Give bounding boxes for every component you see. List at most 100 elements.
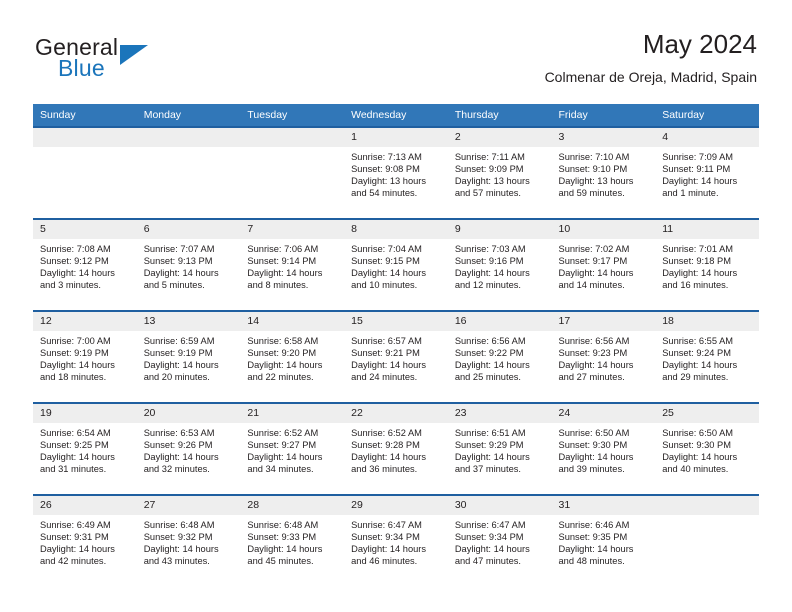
daylight-text-line2: and 42 minutes.: [40, 556, 107, 567]
calendar-day-cell[interactable]: 14 Sunrise: 6:58 AM Sunset: 9:20 PM Dayligh…: [240, 310, 345, 403]
calendar-day-cell[interactable]: 21 Sunrise: 6:52 AM Sunset: 9:27 PM Dayligh…: [240, 402, 345, 495]
calendar-day-cell[interactable]: 25 Sunrise: 6:50 AM Sunset: 9:30 PM Dayligh…: [655, 402, 759, 495]
calendar-day-cell[interactable]: 8 Sunrise: 7:04 AM Sunset: 9:15 PM Daylight…: [344, 218, 448, 311]
day-number: 17: [551, 312, 656, 331]
sunset-text: Sunset: 9:30 PM: [558, 440, 628, 451]
daylight-text-line2: and 40 minutes.: [662, 464, 729, 475]
calendar-day-cell[interactable]: 7 Sunrise: 7:06 AM Sunset: 9:14 PM Daylight…: [240, 218, 345, 311]
sunrise-text: Sunrise: 7:09 AM: [662, 152, 734, 162]
calendar-day-cell-empty: [136, 126, 241, 219]
daylight-text-line1: Daylight: 14 hours: [143, 544, 219, 555]
daylight-text-line1: Daylight: 14 hours: [247, 268, 323, 279]
day-details: Sunrise: 6:52 AM Sunset: 9:28 PM Daylight:…: [344, 423, 448, 475]
sunset-text: Sunset: 9:18 PM: [662, 256, 731, 267]
day-number: 20: [136, 404, 241, 423]
day-box: 5 Sunrise: 7:08 AM Sunset: 9:12 PM Daylight…: [33, 220, 137, 310]
sunrise-text: Sunrise: 6:49 AM: [40, 520, 111, 530]
sunrise-text: Sunrise: 6:56 AM: [558, 336, 630, 346]
calendar-day-cell[interactable]: 9 Sunrise: 7:03 AM Sunset: 9:16 PM Daylight…: [447, 218, 552, 311]
daylight-text-line1: Daylight: 14 hours: [454, 360, 530, 371]
daylight-text-line1: Daylight: 14 hours: [40, 452, 115, 463]
sunset-text: Sunset: 9:29 PM: [454, 440, 524, 451]
daylight-text-line1: Daylight: 14 hours: [454, 268, 530, 279]
day-number: [136, 128, 241, 147]
weekday-header-saturday: Saturday: [655, 104, 759, 127]
weekday-header-thursday: Thursday: [447, 104, 552, 127]
sunset-text: Sunset: 9:33 PM: [247, 532, 317, 543]
daylight-text-line1: Daylight: 14 hours: [351, 544, 427, 555]
calendar-day-cell[interactable]: 16 Sunrise: 6:56 AM Sunset: 9:22 PM Dayligh…: [447, 310, 552, 403]
calendar-day-cell[interactable]: 15 Sunrise: 6:57 AM Sunset: 9:21 PM Dayligh…: [344, 310, 448, 403]
calendar-day-cell[interactable]: 20 Sunrise: 6:53 AM Sunset: 9:26 PM Dayligh…: [136, 402, 241, 495]
calendar-day-cell[interactable]: 31 Sunrise: 6:46 AM Sunset: 9:35 PM Dayligh…: [551, 494, 656, 586]
calendar-day-cell[interactable]: 29 Sunrise: 6:47 AM Sunset: 9:34 PM Dayligh…: [344, 494, 448, 586]
sunset-text: Sunset: 9:20 PM: [247, 348, 317, 359]
calendar-day-cell[interactable]: 13 Sunrise: 6:59 AM Sunset: 9:19 PM Dayligh…: [136, 310, 241, 403]
day-number: 9: [447, 220, 552, 239]
day-details: Sunrise: 6:50 AM Sunset: 9:30 PM Daylight:…: [655, 423, 759, 475]
calendar-day-cell[interactable]: 19 Sunrise: 6:54 AM Sunset: 9:25 PM Dayligh…: [33, 402, 137, 495]
sunrise-text: Sunrise: 6:53 AM: [143, 428, 215, 438]
day-box: 31 Sunrise: 6:46 AM Sunset: 9:35 PM Dayligh…: [551, 496, 656, 586]
day-number: 4: [655, 128, 759, 147]
calendar-day-cell-empty: [655, 494, 759, 586]
calendar-day-cell[interactable]: 12 Sunrise: 7:00 AM Sunset: 9:19 PM Dayligh…: [33, 310, 137, 403]
calendar-day-cell[interactable]: 1 Sunrise: 7:13 AM Sunset: 9:08 PM Daylight…: [344, 126, 448, 219]
sunrise-text: Sunrise: 6:55 AM: [662, 336, 734, 346]
calendar-day-cell[interactable]: 3 Sunrise: 7:10 AM Sunset: 9:10 PM Daylight…: [551, 126, 656, 219]
day-box: [655, 496, 759, 586]
calendar-day-cell[interactable]: 4 Sunrise: 7:09 AM Sunset: 9:11 PM Daylight…: [655, 126, 759, 219]
day-number: 5: [33, 220, 137, 239]
calendar-day-cell[interactable]: 26 Sunrise: 6:49 AM Sunset: 9:31 PM Dayligh…: [33, 494, 137, 586]
calendar-day-cell[interactable]: 17 Sunrise: 6:56 AM Sunset: 9:23 PM Dayligh…: [551, 310, 656, 403]
daylight-text-line2: and 46 minutes.: [351, 556, 418, 567]
sunset-text: Sunset: 9:12 PM: [40, 256, 109, 267]
sunset-text: Sunset: 9:13 PM: [143, 256, 213, 267]
calendar-day-cell[interactable]: 30 Sunrise: 6:47 AM Sunset: 9:34 PM Dayligh…: [447, 494, 552, 586]
calendar-day-cell[interactable]: 5 Sunrise: 7:08 AM Sunset: 9:12 PM Daylight…: [33, 218, 137, 311]
day-details: Sunrise: 6:48 AM Sunset: 9:33 PM Daylight:…: [240, 515, 344, 567]
calendar-day-cell[interactable]: 23 Sunrise: 6:51 AM Sunset: 9:29 PM Dayligh…: [447, 402, 552, 495]
calendar-day-cell[interactable]: 6 Sunrise: 7:07 AM Sunset: 9:13 PM Daylight…: [136, 218, 241, 311]
daylight-text-line1: Daylight: 14 hours: [454, 452, 530, 463]
day-box: 11 Sunrise: 7:01 AM Sunset: 9:18 PM Dayligh…: [655, 220, 759, 310]
sunset-text: Sunset: 9:30 PM: [662, 440, 731, 451]
sunrise-text: Sunrise: 6:50 AM: [662, 428, 734, 438]
day-box: 12 Sunrise: 7:00 AM Sunset: 9:19 PM Dayligh…: [33, 312, 137, 402]
calendar-day-cell[interactable]: 22 Sunrise: 6:52 AM Sunset: 9:28 PM Dayligh…: [344, 402, 448, 495]
sunrise-text: Sunrise: 6:47 AM: [454, 520, 526, 530]
day-details: Sunrise: 6:49 AM Sunset: 9:31 PM Daylight:…: [33, 515, 137, 567]
calendar-day-cell[interactable]: 28 Sunrise: 6:48 AM Sunset: 9:33 PM Dayligh…: [240, 494, 345, 586]
sunrise-text: Sunrise: 6:52 AM: [351, 428, 422, 438]
logo-text-blue: Blue: [58, 55, 105, 81]
day-box: 3 Sunrise: 7:10 AM Sunset: 9:10 PM Daylight…: [551, 128, 656, 218]
day-details: Sunrise: 6:51 AM Sunset: 9:29 PM Daylight:…: [448, 423, 552, 475]
page-header: General Blue May 2024 Colmenar de Oreja,…: [35, 28, 757, 98]
day-details: Sunrise: 7:00 AM Sunset: 9:19 PM Daylight:…: [33, 331, 137, 383]
daylight-text-line2: and 20 minutes.: [143, 372, 210, 383]
sunset-text: Sunset: 9:28 PM: [351, 440, 420, 451]
calendar-day-cell[interactable]: 11 Sunrise: 7:01 AM Sunset: 9:18 PM Dayligh…: [655, 218, 759, 311]
day-number: 18: [655, 312, 759, 331]
day-number: 8: [344, 220, 448, 239]
day-box: 27 Sunrise: 6:48 AM Sunset: 9:32 PM Dayligh…: [136, 496, 241, 586]
weekday-header-tuesday: Tuesday: [240, 104, 345, 127]
sunrise-text: Sunrise: 6:57 AM: [351, 336, 422, 346]
sunset-text: Sunset: 9:34 PM: [351, 532, 420, 543]
day-number: 31: [551, 496, 656, 515]
daylight-text-line2: and 32 minutes.: [143, 464, 210, 475]
sunset-text: Sunset: 9:22 PM: [454, 348, 524, 359]
day-details: Sunrise: 7:09 AM Sunset: 9:11 PM Daylight:…: [655, 147, 759, 199]
calendar-day-cell[interactable]: 10 Sunrise: 7:02 AM Sunset: 9:17 PM Dayligh…: [551, 218, 656, 311]
calendar-day-cell[interactable]: 24 Sunrise: 6:50 AM Sunset: 9:30 PM Dayligh…: [551, 402, 656, 495]
day-details: Sunrise: 6:55 AM Sunset: 9:24 PM Daylight:…: [655, 331, 759, 383]
day-box: 30 Sunrise: 6:47 AM Sunset: 9:34 PM Dayligh…: [447, 496, 552, 586]
calendar-day-cell[interactable]: 2 Sunrise: 7:11 AM Sunset: 9:09 PM Daylight…: [447, 126, 552, 219]
day-box: 26 Sunrise: 6:49 AM Sunset: 9:31 PM Dayligh…: [33, 496, 137, 586]
calendar-day-cell[interactable]: 27 Sunrise: 6:48 AM Sunset: 9:32 PM Dayligh…: [136, 494, 241, 586]
daylight-text-line1: Daylight: 13 hours: [454, 176, 530, 187]
day-number: 13: [136, 312, 241, 331]
day-details: Sunrise: 6:47 AM Sunset: 9:34 PM Daylight:…: [448, 515, 552, 567]
calendar-day-cell[interactable]: 18 Sunrise: 6:55 AM Sunset: 9:24 PM Dayligh…: [655, 310, 759, 403]
sunrise-text: Sunrise: 7:13 AM: [351, 152, 422, 162]
